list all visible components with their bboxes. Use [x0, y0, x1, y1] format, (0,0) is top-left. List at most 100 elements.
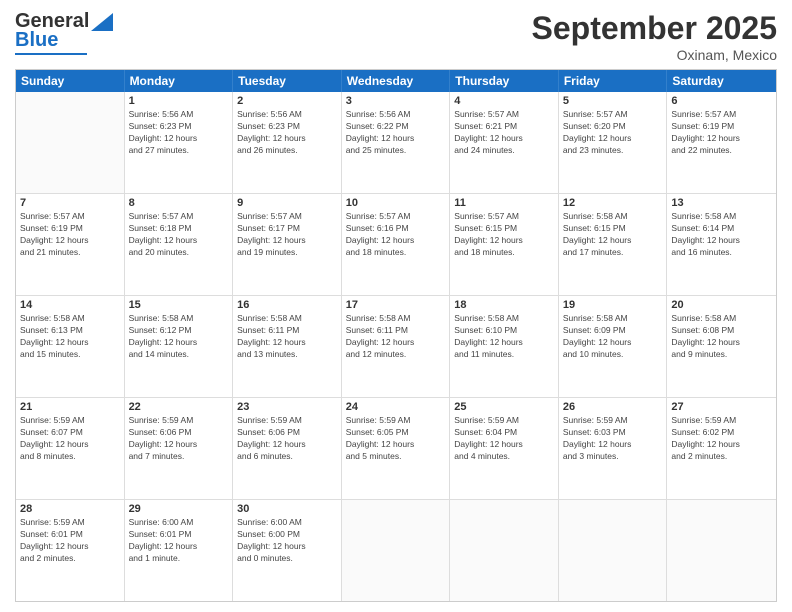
calendar-cell: 25 Sunrise: 5:59 AM Sunset: 6:04 PM Dayli… — [450, 398, 559, 499]
calendar-cell: 23 Sunrise: 5:59 AM Sunset: 6:06 PM Dayli… — [233, 398, 342, 499]
calendar-cell: 21 Sunrise: 5:59 AM Sunset: 6:07 PM Dayli… — [16, 398, 125, 499]
header-friday: Friday — [559, 70, 668, 92]
calendar-cell: 29 Sunrise: 6:00 AM Sunset: 6:01 PM Dayli… — [125, 500, 234, 601]
calendar-cell: 3 Sunrise: 5:56 AM Sunset: 6:22 PM Daylig… — [342, 92, 451, 193]
day-number: 12 — [563, 197, 663, 209]
day-info: Sunrise: 5:56 AM Sunset: 6:22 PM Dayligh… — [346, 109, 446, 157]
title-section: September 2025 Oxinam, Mexico — [532, 10, 777, 63]
day-number: 13 — [671, 197, 772, 209]
day-info: Sunrise: 5:57 AM Sunset: 6:20 PM Dayligh… — [563, 109, 663, 157]
day-number: 23 — [237, 401, 337, 413]
day-number: 9 — [237, 197, 337, 209]
day-info: Sunrise: 5:58 AM Sunset: 6:11 PM Dayligh… — [237, 313, 337, 361]
day-info: Sunrise: 5:59 AM Sunset: 6:03 PM Dayligh… — [563, 415, 663, 463]
day-info: Sunrise: 5:57 AM Sunset: 6:15 PM Dayligh… — [454, 211, 554, 259]
day-info: Sunrise: 5:59 AM Sunset: 6:01 PM Dayligh… — [20, 517, 120, 565]
day-info: Sunrise: 5:58 AM Sunset: 6:13 PM Dayligh… — [20, 313, 120, 361]
header-sunday: Sunday — [16, 70, 125, 92]
calendar-cell: 11 Sunrise: 5:57 AM Sunset: 6:15 PM Dayli… — [450, 194, 559, 295]
calendar-cell: 7Sunrise: 5:57 AM Sunset: 6:19 PM Daylig… — [16, 194, 125, 295]
calendar-cell: 30 Sunrise: 6:00 AM Sunset: 6:00 PM Dayli… — [233, 500, 342, 601]
day-number: 28 — [20, 503, 120, 515]
day-info: Sunrise: 5:59 AM Sunset: 6:06 PM Dayligh… — [237, 415, 337, 463]
calendar-cell — [559, 500, 668, 601]
header-tuesday: Tuesday — [233, 70, 342, 92]
calendar-cell: 13Sunrise: 5:58 AM Sunset: 6:14 PM Dayli… — [667, 194, 776, 295]
calendar-body: 1 Sunrise: 5:56 AM Sunset: 6:23 PM Daylig… — [16, 92, 776, 601]
calendar-week-2: 7Sunrise: 5:57 AM Sunset: 6:19 PM Daylig… — [16, 194, 776, 296]
day-info: Sunrise: 5:57 AM Sunset: 6:19 PM Dayligh… — [671, 109, 772, 157]
day-number: 10 — [346, 197, 446, 209]
day-number: 8 — [129, 197, 229, 209]
day-number: 14 — [20, 299, 120, 311]
day-number: 25 — [454, 401, 554, 413]
calendar-cell: 12Sunrise: 5:58 AM Sunset: 6:15 PM Dayli… — [559, 194, 668, 295]
calendar-cell: 2Sunrise: 5:56 AM Sunset: 6:23 PM Daylig… — [233, 92, 342, 193]
day-number: 26 — [563, 401, 663, 413]
calendar-cell: 6Sunrise: 5:57 AM Sunset: 6:19 PM Daylig… — [667, 92, 776, 193]
day-number: 19 — [563, 299, 663, 311]
calendar-cell — [667, 500, 776, 601]
day-number: 1 — [129, 95, 229, 107]
day-number: 18 — [454, 299, 554, 311]
calendar-cell: 20 Sunrise: 5:58 AM Sunset: 6:08 PM Dayli… — [667, 296, 776, 397]
month-title: September 2025 — [532, 10, 777, 47]
logo-underline — [15, 53, 87, 55]
calendar-cell: 22Sunrise: 5:59 AM Sunset: 6:06 PM Dayli… — [125, 398, 234, 499]
calendar-cell: 15 Sunrise: 5:58 AM Sunset: 6:12 PM Dayli… — [125, 296, 234, 397]
day-info: Sunrise: 5:57 AM Sunset: 6:16 PM Dayligh… — [346, 211, 446, 259]
day-number: 29 — [129, 503, 229, 515]
logo: General Blue — [15, 10, 113, 55]
day-number: 15 — [129, 299, 229, 311]
day-info: Sunrise: 5:58 AM Sunset: 6:12 PM Dayligh… — [129, 313, 229, 361]
day-info: Sunrise: 6:00 AM Sunset: 6:00 PM Dayligh… — [237, 517, 337, 565]
calendar-cell: 17Sunrise: 5:58 AM Sunset: 6:11 PM Dayli… — [342, 296, 451, 397]
day-info: Sunrise: 5:56 AM Sunset: 6:23 PM Dayligh… — [129, 109, 229, 157]
calendar-cell: 4 Sunrise: 5:57 AM Sunset: 6:21 PM Daylig… — [450, 92, 559, 193]
location: Oxinam, Mexico — [532, 47, 777, 63]
day-info: Sunrise: 5:57 AM Sunset: 6:17 PM Dayligh… — [237, 211, 337, 259]
day-number: 5 — [563, 95, 663, 107]
day-info: Sunrise: 6:00 AM Sunset: 6:01 PM Dayligh… — [129, 517, 229, 565]
calendar-cell: 14 Sunrise: 5:58 AM Sunset: 6:13 PM Dayli… — [16, 296, 125, 397]
calendar-week-1: 1 Sunrise: 5:56 AM Sunset: 6:23 PM Daylig… — [16, 92, 776, 194]
calendar-cell: 9 Sunrise: 5:57 AM Sunset: 6:17 PM Daylig… — [233, 194, 342, 295]
day-number: 2 — [237, 95, 337, 107]
logo-icon — [91, 13, 113, 31]
header-monday: Monday — [125, 70, 234, 92]
day-number: 16 — [237, 299, 337, 311]
calendar-cell: 26 Sunrise: 5:59 AM Sunset: 6:03 PM Dayli… — [559, 398, 668, 499]
calendar: Sunday Monday Tuesday Wednesday Thursday… — [15, 69, 777, 602]
day-info: Sunrise: 5:57 AM Sunset: 6:21 PM Dayligh… — [454, 109, 554, 157]
calendar-cell: 8Sunrise: 5:57 AM Sunset: 6:18 PM Daylig… — [125, 194, 234, 295]
calendar-cell: 18 Sunrise: 5:58 AM Sunset: 6:10 PM Dayli… — [450, 296, 559, 397]
day-number: 20 — [671, 299, 772, 311]
calendar-cell: 10 Sunrise: 5:57 AM Sunset: 6:16 PM Dayli… — [342, 194, 451, 295]
calendar-cell — [16, 92, 125, 193]
page: General Blue September 2025 Oxinam, Mexi… — [0, 0, 792, 612]
day-number: 11 — [454, 197, 554, 209]
header-thursday: Thursday — [450, 70, 559, 92]
calendar-header: Sunday Monday Tuesday Wednesday Thursday… — [16, 70, 776, 92]
day-number: 3 — [346, 95, 446, 107]
day-info: Sunrise: 5:58 AM Sunset: 6:11 PM Dayligh… — [346, 313, 446, 361]
day-info: Sunrise: 5:59 AM Sunset: 6:02 PM Dayligh… — [671, 415, 772, 463]
header: General Blue September 2025 Oxinam, Mexi… — [15, 10, 777, 63]
calendar-cell — [342, 500, 451, 601]
calendar-cell: 16 Sunrise: 5:58 AM Sunset: 6:11 PM Dayli… — [233, 296, 342, 397]
day-info: Sunrise: 5:58 AM Sunset: 6:10 PM Dayligh… — [454, 313, 554, 361]
day-number: 24 — [346, 401, 446, 413]
calendar-week-4: 21 Sunrise: 5:59 AM Sunset: 6:07 PM Dayli… — [16, 398, 776, 500]
calendar-week-3: 14 Sunrise: 5:58 AM Sunset: 6:13 PM Dayli… — [16, 296, 776, 398]
day-info: Sunrise: 5:59 AM Sunset: 6:07 PM Dayligh… — [20, 415, 120, 463]
calendar-week-5: 28 Sunrise: 5:59 AM Sunset: 6:01 PM Dayli… — [16, 500, 776, 601]
day-number: 30 — [237, 503, 337, 515]
day-info: Sunrise: 5:57 AM Sunset: 6:19 PM Dayligh… — [20, 211, 120, 259]
calendar-cell — [450, 500, 559, 601]
calendar-cell: 27Sunrise: 5:59 AM Sunset: 6:02 PM Dayli… — [667, 398, 776, 499]
header-saturday: Saturday — [667, 70, 776, 92]
day-info: Sunrise: 5:59 AM Sunset: 6:04 PM Dayligh… — [454, 415, 554, 463]
day-number: 21 — [20, 401, 120, 413]
day-number: 4 — [454, 95, 554, 107]
day-info: Sunrise: 5:58 AM Sunset: 6:08 PM Dayligh… — [671, 313, 772, 361]
